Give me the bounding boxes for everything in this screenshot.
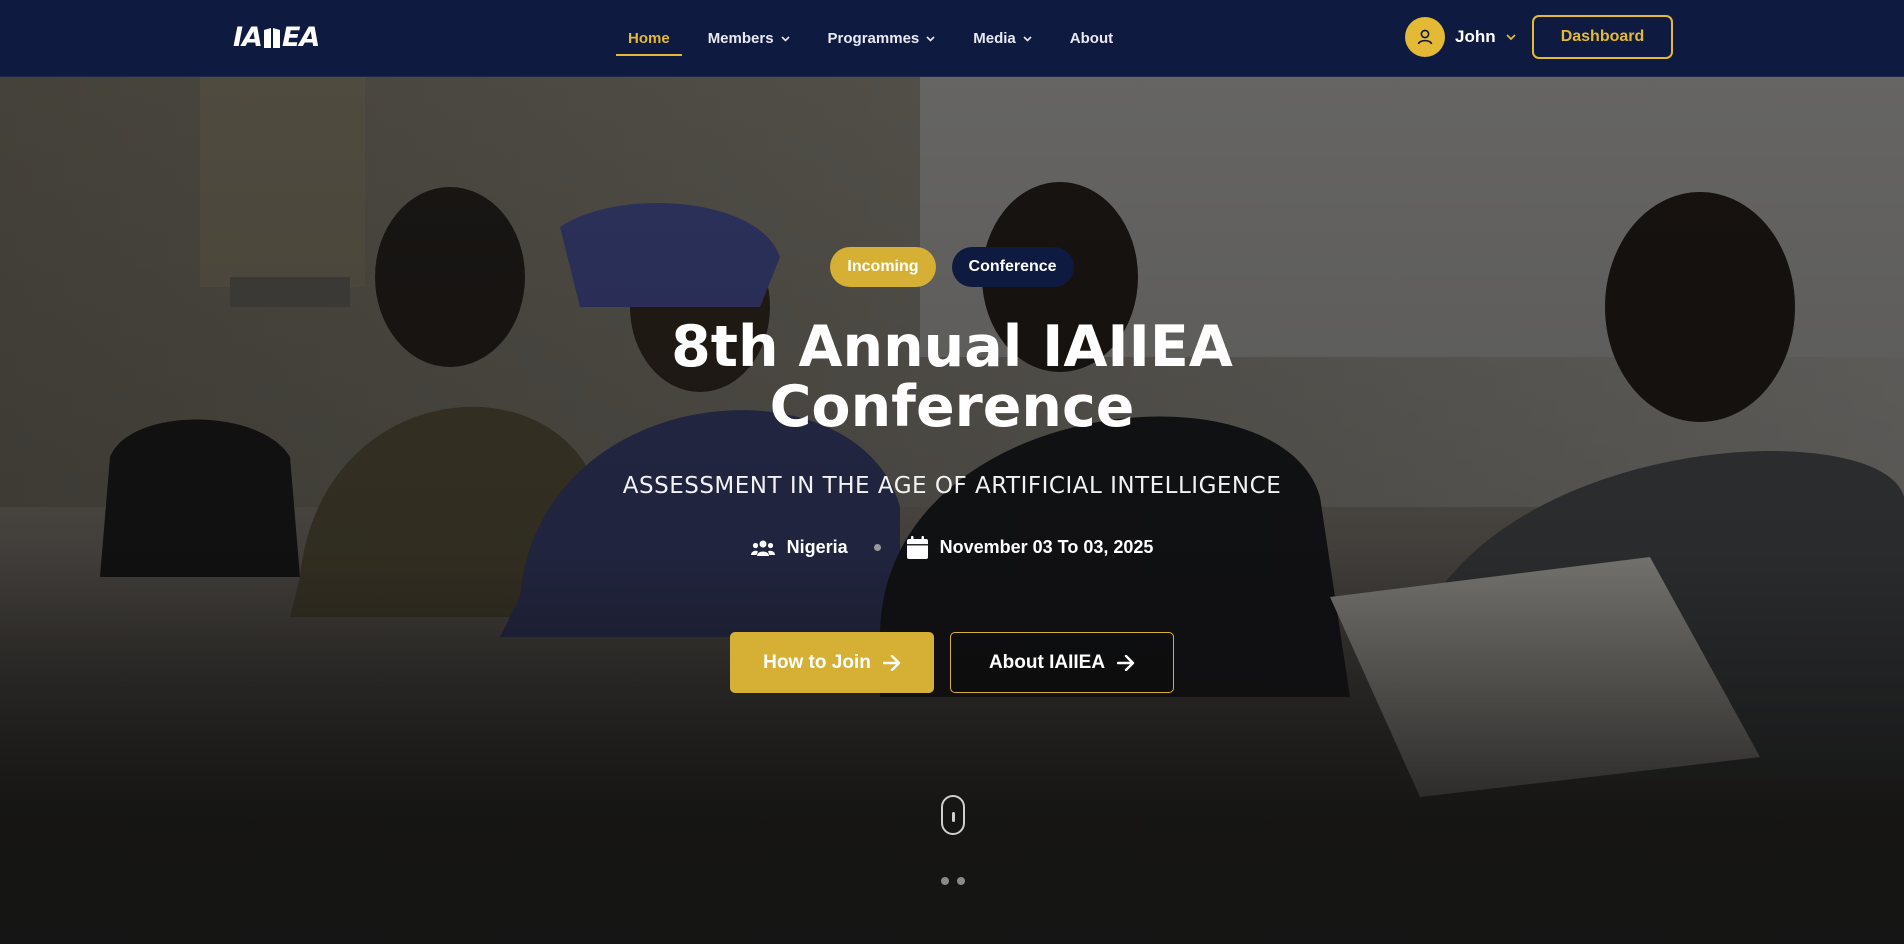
nav-about[interactable]: About — [1058, 0, 1125, 77]
mouse-scroll-icon[interactable] — [941, 795, 965, 835]
nav-media[interactable]: Media — [961, 0, 1044, 77]
site-logo[interactable]: IA EA — [233, 21, 320, 53]
meta-separator — [873, 544, 881, 551]
about-iaiiea-label: About IAIIEA — [988, 651, 1106, 673]
chevron-down-icon — [926, 35, 935, 42]
avatar — [1405, 17, 1445, 57]
dashboard-button[interactable]: Dashboard — [1532, 15, 1673, 59]
calendar-icon — [906, 536, 928, 559]
status-badge-incoming: Incoming — [830, 247, 936, 287]
logo-text-right: EA — [281, 21, 320, 53]
main-nav: Home Members Programmes Media About — [616, 0, 1139, 77]
nav-media-label: Media — [973, 30, 1016, 47]
nav-programmes[interactable]: Programmes — [816, 0, 948, 77]
event-date: November 03 To 03, 2025 — [906, 536, 1154, 559]
user-menu[interactable]: John — [1405, 17, 1516, 57]
how-to-join-label: How to Join — [763, 651, 871, 673]
user-icon — [1417, 29, 1433, 45]
hero-title-text: 8th Annual IAIIEA Conference — [671, 314, 1233, 440]
event-meta: Nigeria November 03 To 03, 2025 — [0, 536, 1904, 559]
logo-book-icon — [263, 28, 280, 48]
chevron-down-icon — [1023, 35, 1032, 42]
about-iaiiea-button[interactable]: About IAIIEA — [950, 632, 1174, 693]
chevron-down-icon — [780, 35, 790, 42]
nav-members-label: Members — [707, 30, 774, 47]
event-location-text: Nigeria — [786, 537, 848, 557]
event-date-text: November 03 To 03, 2025 — [939, 537, 1154, 557]
how-to-join-button[interactable]: How to Join — [730, 632, 934, 693]
top-navbar: IA EA Home Members Programmes Media Abou… — [0, 0, 1904, 77]
hero-title: 8th Annual IAIIEA Conference — [0, 317, 1904, 437]
hero-section: Incoming Conference 8th Annual IAIIEA Co… — [0, 77, 1904, 944]
arrow-right-icon — [882, 654, 901, 671]
user-name: John — [1455, 27, 1496, 46]
nav-about-label: About — [1069, 30, 1114, 47]
logo-text-left: IA — [233, 21, 263, 53]
type-badge-conference: Conference — [951, 247, 1074, 287]
slide-dot-2[interactable] — [957, 877, 965, 885]
nav-programmes-label: Programmes — [827, 30, 920, 47]
chevron-down-icon — [1506, 33, 1516, 41]
slide-dot-1[interactable] — [941, 877, 949, 885]
nav-home[interactable]: Home — [616, 0, 682, 77]
nav-home-label: Home — [628, 30, 670, 47]
event-location: Nigeria — [750, 537, 848, 558]
hero-badges: Incoming Conference — [0, 247, 1904, 287]
hero-cta-group: How to Join About IAIIEA — [0, 632, 1904, 693]
nav-members[interactable]: Members — [696, 0, 802, 77]
slider-pagination — [941, 877, 965, 885]
hero-subtitle: ASSESSMENT IN THE AGE OF ARTIFICIAL INTE… — [622, 473, 1282, 499]
scroll-wheel — [951, 812, 955, 822]
users-icon — [750, 540, 775, 556]
arrow-right-icon — [1117, 654, 1135, 671]
